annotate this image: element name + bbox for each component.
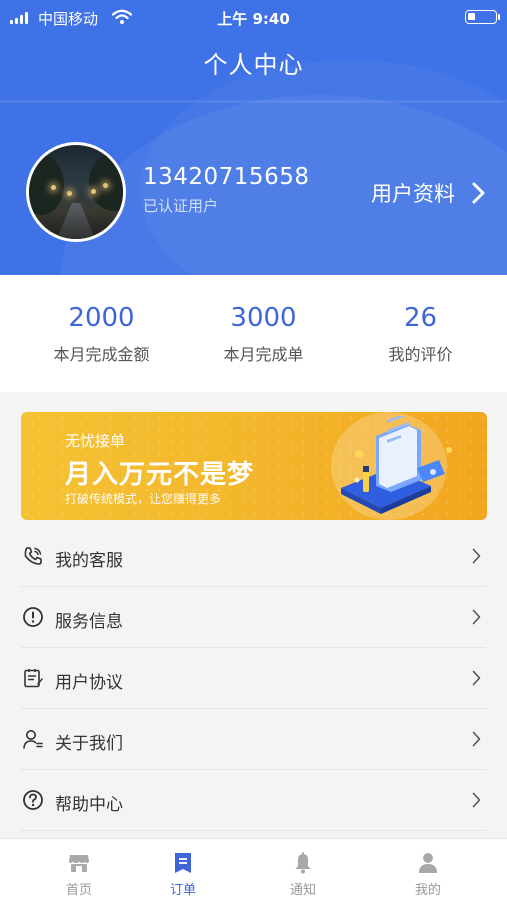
menu-label: 关于我们: [55, 734, 123, 754]
stat-value: 3000: [230, 303, 297, 333]
menu-label: 服务信息: [55, 612, 123, 632]
promo-banner[interactable]: 无忧接单 月入万元不是梦 打破传统模式，让您赚得更多: [21, 412, 487, 520]
info-icon: [23, 607, 43, 627]
chevron-right-icon: [472, 670, 481, 686]
tab-profile[interactable]: 我的: [365, 839, 491, 900]
chevron-right-icon: [472, 548, 481, 564]
verification-status: 已认证用户: [143, 197, 219, 215]
tab-label: 我的: [414, 883, 441, 898]
divider: [21, 830, 486, 831]
menu-item-service-info[interactable]: 服务信息: [0, 587, 507, 648]
order-icon: [175, 853, 191, 873]
document-icon: [24, 669, 43, 688]
stat-value: 2000: [68, 303, 135, 333]
stat-label: 我的评价: [388, 345, 453, 364]
chevron-right-icon: [472, 792, 481, 808]
bottom-tab-bar: 首页 订单 通知 我的: [0, 838, 507, 900]
menu-label: 用户协议: [55, 673, 123, 693]
menu-item-help-center[interactable]: 帮助中心: [0, 770, 507, 831]
tab-label: 通知: [289, 883, 316, 898]
status-bar: 中国移动 上午 9:40: [0, 0, 507, 34]
banner-subtitle: 打破传统模式，让您赚得更多: [65, 492, 222, 506]
battery-icon: [465, 10, 500, 24]
store-icon: [69, 855, 89, 872]
menu-item-about-us[interactable]: 关于我们: [0, 709, 507, 770]
stat-monthly-amount[interactable]: 2000 本月完成金额: [17, 275, 186, 365]
help-icon: [23, 790, 43, 810]
chevron-right-icon: [472, 609, 481, 625]
chevron-right-icon: [472, 731, 481, 747]
tab-orders[interactable]: 订单: [120, 839, 246, 900]
banner-illustration: [341, 416, 452, 514]
stat-label: 本月完成金额: [53, 345, 150, 364]
user-phone: 13420715658: [143, 164, 310, 190]
user-profile-label: 用户资料: [371, 182, 455, 206]
menu-item-user-agreement[interactable]: 用户协议: [0, 648, 507, 709]
header-divider: [0, 100, 507, 103]
bell-icon: [295, 852, 311, 874]
user-profile-link[interactable]: 用户资料: [371, 178, 485, 208]
page-title: 个人中心: [203, 51, 304, 79]
status-time: 上午 9:40: [217, 10, 290, 28]
chevron-right-icon: [472, 182, 485, 204]
stat-my-reviews[interactable]: 26 我的评价: [336, 275, 505, 365]
avatar[interactable]: [26, 142, 126, 242]
banner-tag: 无忧接单: [65, 432, 126, 450]
menu-label: 帮助中心: [55, 795, 123, 815]
tab-notifications[interactable]: 通知: [240, 839, 366, 900]
user-icon: [23, 730, 43, 749]
profile-header: 中国移动 上午 9:40 个人中心 13420715658 已认证用户 用户资料: [0, 0, 507, 275]
phone-icon: [24, 547, 42, 565]
tab-label: 订单: [169, 883, 196, 898]
menu-item-customer-service[interactable]: 我的客服: [0, 526, 507, 587]
stats-panel: 2000 本月完成金额 3000 本月完成单 26 我的评价: [0, 275, 507, 392]
stat-label: 本月完成单: [223, 345, 304, 364]
menu-label: 我的客服: [55, 551, 123, 571]
person-icon: [419, 853, 437, 873]
stat-value: 26: [403, 303, 438, 333]
banner-headline: 月入万元不是梦: [65, 460, 255, 490]
stat-monthly-orders[interactable]: 3000 本月完成单: [179, 275, 348, 365]
